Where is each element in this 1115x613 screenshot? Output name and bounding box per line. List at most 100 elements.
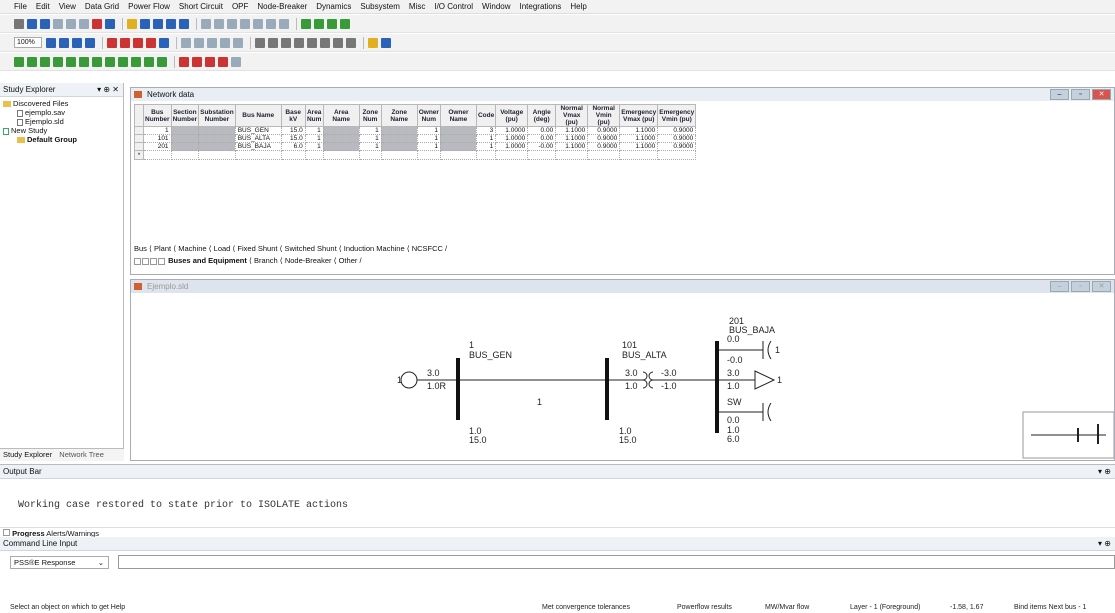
table-cell[interactable]: 0.9000 bbox=[587, 126, 621, 135]
minimize-button[interactable]: – bbox=[1050, 89, 1069, 100]
element-icon-12[interactable] bbox=[157, 56, 167, 67]
element-icon-11[interactable] bbox=[144, 56, 154, 67]
undo-icon[interactable] bbox=[105, 18, 115, 29]
table-cell[interactable]: 0.00 bbox=[527, 134, 557, 143]
diagram-icon-5[interactable] bbox=[159, 37, 169, 48]
table-cell[interactable]: BUS_ALTA bbox=[235, 134, 282, 143]
column-header[interactable]: Angle (deg) bbox=[527, 104, 557, 127]
table-cell[interactable]: 3 bbox=[476, 126, 497, 135]
table-cell[interactable]: 1 bbox=[359, 142, 382, 151]
bus-icon[interactable] bbox=[227, 18, 237, 29]
delete-icon[interactable] bbox=[92, 18, 102, 29]
table-cell[interactable] bbox=[171, 134, 200, 143]
row-header[interactable] bbox=[134, 126, 144, 135]
table-cell[interactable] bbox=[381, 126, 418, 135]
run-icon-3[interactable] bbox=[327, 18, 337, 29]
select-icon[interactable] bbox=[201, 18, 211, 29]
table-cell[interactable]: -0.00 bbox=[527, 142, 557, 151]
zoom-out-icon[interactable] bbox=[59, 37, 69, 48]
annotate-icon-5[interactable] bbox=[231, 56, 241, 67]
corner-cell[interactable] bbox=[134, 104, 144, 127]
menu-view[interactable]: View bbox=[59, 2, 76, 11]
table-cell[interactable]: 1.1000 bbox=[619, 142, 659, 151]
column-header[interactable]: Normal Vmin (pu) bbox=[587, 104, 621, 127]
zoom-in-icon[interactable] bbox=[46, 37, 56, 48]
menu-edit[interactable]: Edit bbox=[36, 2, 50, 11]
table-cell[interactable]: 0.00 bbox=[527, 126, 557, 135]
next-tab-icon[interactable] bbox=[150, 257, 157, 265]
table-row[interactable]: 201 BUS_BAJA 6.0 1 1 1 1 1.0000 -0.00 1.1000 0.900… bbox=[134, 142, 697, 151]
data-tabs[interactable]: Bus ⟨ Plant ⟨ Machine ⟨ Load ⟨ Fixed Shu… bbox=[134, 244, 447, 253]
column-header[interactable]: Voltage (pu) bbox=[495, 104, 529, 127]
table-cell[interactable] bbox=[323, 150, 360, 160]
layout-icon-6[interactable] bbox=[320, 37, 330, 48]
row-header[interactable] bbox=[134, 134, 144, 143]
menu-node-breaker[interactable]: Node-Breaker bbox=[257, 2, 307, 11]
generator-symbol[interactable] bbox=[400, 371, 418, 389]
draw-icon-3[interactable] bbox=[207, 37, 217, 48]
table-cell[interactable]: 1.0000 bbox=[495, 134, 529, 143]
tab-other-categories[interactable]: ⟨ Branch ⟨ Node-Breaker ⟨ Other / bbox=[249, 256, 362, 265]
table-cell[interactable] bbox=[323, 134, 360, 143]
table-cell[interactable]: 0.9000 bbox=[657, 142, 697, 151]
tab-network-tree[interactable]: Network Tree bbox=[59, 450, 104, 459]
run-icon-4[interactable] bbox=[340, 18, 350, 29]
restore-button[interactable]: ▫ bbox=[1071, 89, 1090, 100]
table-cell[interactable]: BUS_GEN bbox=[235, 126, 282, 135]
output-pin-icon[interactable]: ▾ ⊕ bbox=[1098, 465, 1111, 478]
diagram-icon[interactable] bbox=[107, 37, 117, 48]
element-icon-10[interactable] bbox=[131, 56, 141, 67]
table-cell[interactable] bbox=[198, 134, 236, 143]
table-cell[interactable] bbox=[323, 126, 360, 135]
new-file-icon[interactable] bbox=[14, 18, 24, 29]
table-cell[interactable] bbox=[619, 150, 659, 160]
tree-discovered-files[interactable]: Discovered Files bbox=[3, 99, 123, 108]
column-header[interactable]: Bus Name bbox=[234, 104, 282, 127]
column-header[interactable]: Owner Name bbox=[439, 104, 477, 127]
table-cell[interactable] bbox=[171, 126, 200, 135]
table-cell[interactable]: 1.1000 bbox=[555, 126, 589, 135]
table-cell[interactable]: 15.0 bbox=[281, 126, 306, 135]
cut-icon[interactable] bbox=[53, 18, 63, 29]
diagram-icon-3[interactable] bbox=[133, 37, 143, 48]
column-header[interactable]: Owner Num bbox=[416, 104, 441, 127]
column-header[interactable]: Substation Number bbox=[198, 104, 236, 127]
table-cell[interactable]: 1 bbox=[305, 126, 324, 135]
line-icon[interactable] bbox=[214, 18, 224, 29]
layout-icon-3[interactable] bbox=[281, 37, 291, 48]
table-cell[interactable]: 1.1000 bbox=[619, 126, 659, 135]
prev-tab-icon[interactable] bbox=[142, 257, 149, 265]
run-icon-2[interactable] bbox=[314, 18, 324, 29]
layout-icon-4[interactable] bbox=[294, 37, 304, 48]
close-button[interactable]: ✕ bbox=[1092, 89, 1111, 100]
table-cell[interactable] bbox=[171, 150, 200, 160]
table-cell[interactable]: BUS_BAJA bbox=[235, 142, 282, 151]
menu-integrations[interactable]: Integrations bbox=[520, 2, 562, 11]
tree-file-sld[interactable]: Ejemplo.sld bbox=[3, 117, 123, 126]
table-cell[interactable] bbox=[440, 134, 477, 143]
zoom-area-icon[interactable] bbox=[85, 37, 95, 48]
table-cell[interactable]: 1 bbox=[476, 142, 497, 151]
table-cell[interactable] bbox=[171, 142, 200, 151]
element-icon-4[interactable] bbox=[53, 56, 63, 67]
element-icon-9[interactable] bbox=[118, 56, 128, 67]
copy-icon[interactable] bbox=[66, 18, 76, 29]
grid-icon-4[interactable] bbox=[179, 18, 189, 29]
load-symbol[interactable] bbox=[754, 370, 776, 390]
table-cell[interactable]: 1.1000 bbox=[555, 142, 589, 151]
menu-dynamics[interactable]: Dynamics bbox=[316, 2, 351, 11]
grid-icon-2[interactable] bbox=[153, 18, 163, 29]
diagram-minimize-button[interactable]: – bbox=[1050, 281, 1069, 292]
table-cell[interactable] bbox=[495, 150, 529, 160]
table-cell[interactable]: 0.9000 bbox=[657, 126, 697, 135]
table-cell[interactable] bbox=[381, 150, 418, 160]
open-file-icon[interactable] bbox=[27, 18, 37, 29]
single-line-diagram[interactable]: 1 3.0 1.0R 1 BUS_GEN 1.0 15.0 1 101 BUS_… bbox=[131, 294, 1114, 460]
layout-icon-5[interactable] bbox=[307, 37, 317, 48]
menu-misc[interactable]: Misc bbox=[409, 2, 425, 11]
layout-icon-2[interactable] bbox=[268, 37, 278, 48]
table-cell[interactable] bbox=[281, 150, 306, 160]
layout-icon-7[interactable] bbox=[333, 37, 343, 48]
column-header[interactable]: Area Num bbox=[304, 104, 324, 127]
table-row[interactable]: 1 BUS_GEN 15.0 1 1 1 3 1.0000 0.00 1.1000 0.9000 1.… bbox=[134, 126, 697, 135]
